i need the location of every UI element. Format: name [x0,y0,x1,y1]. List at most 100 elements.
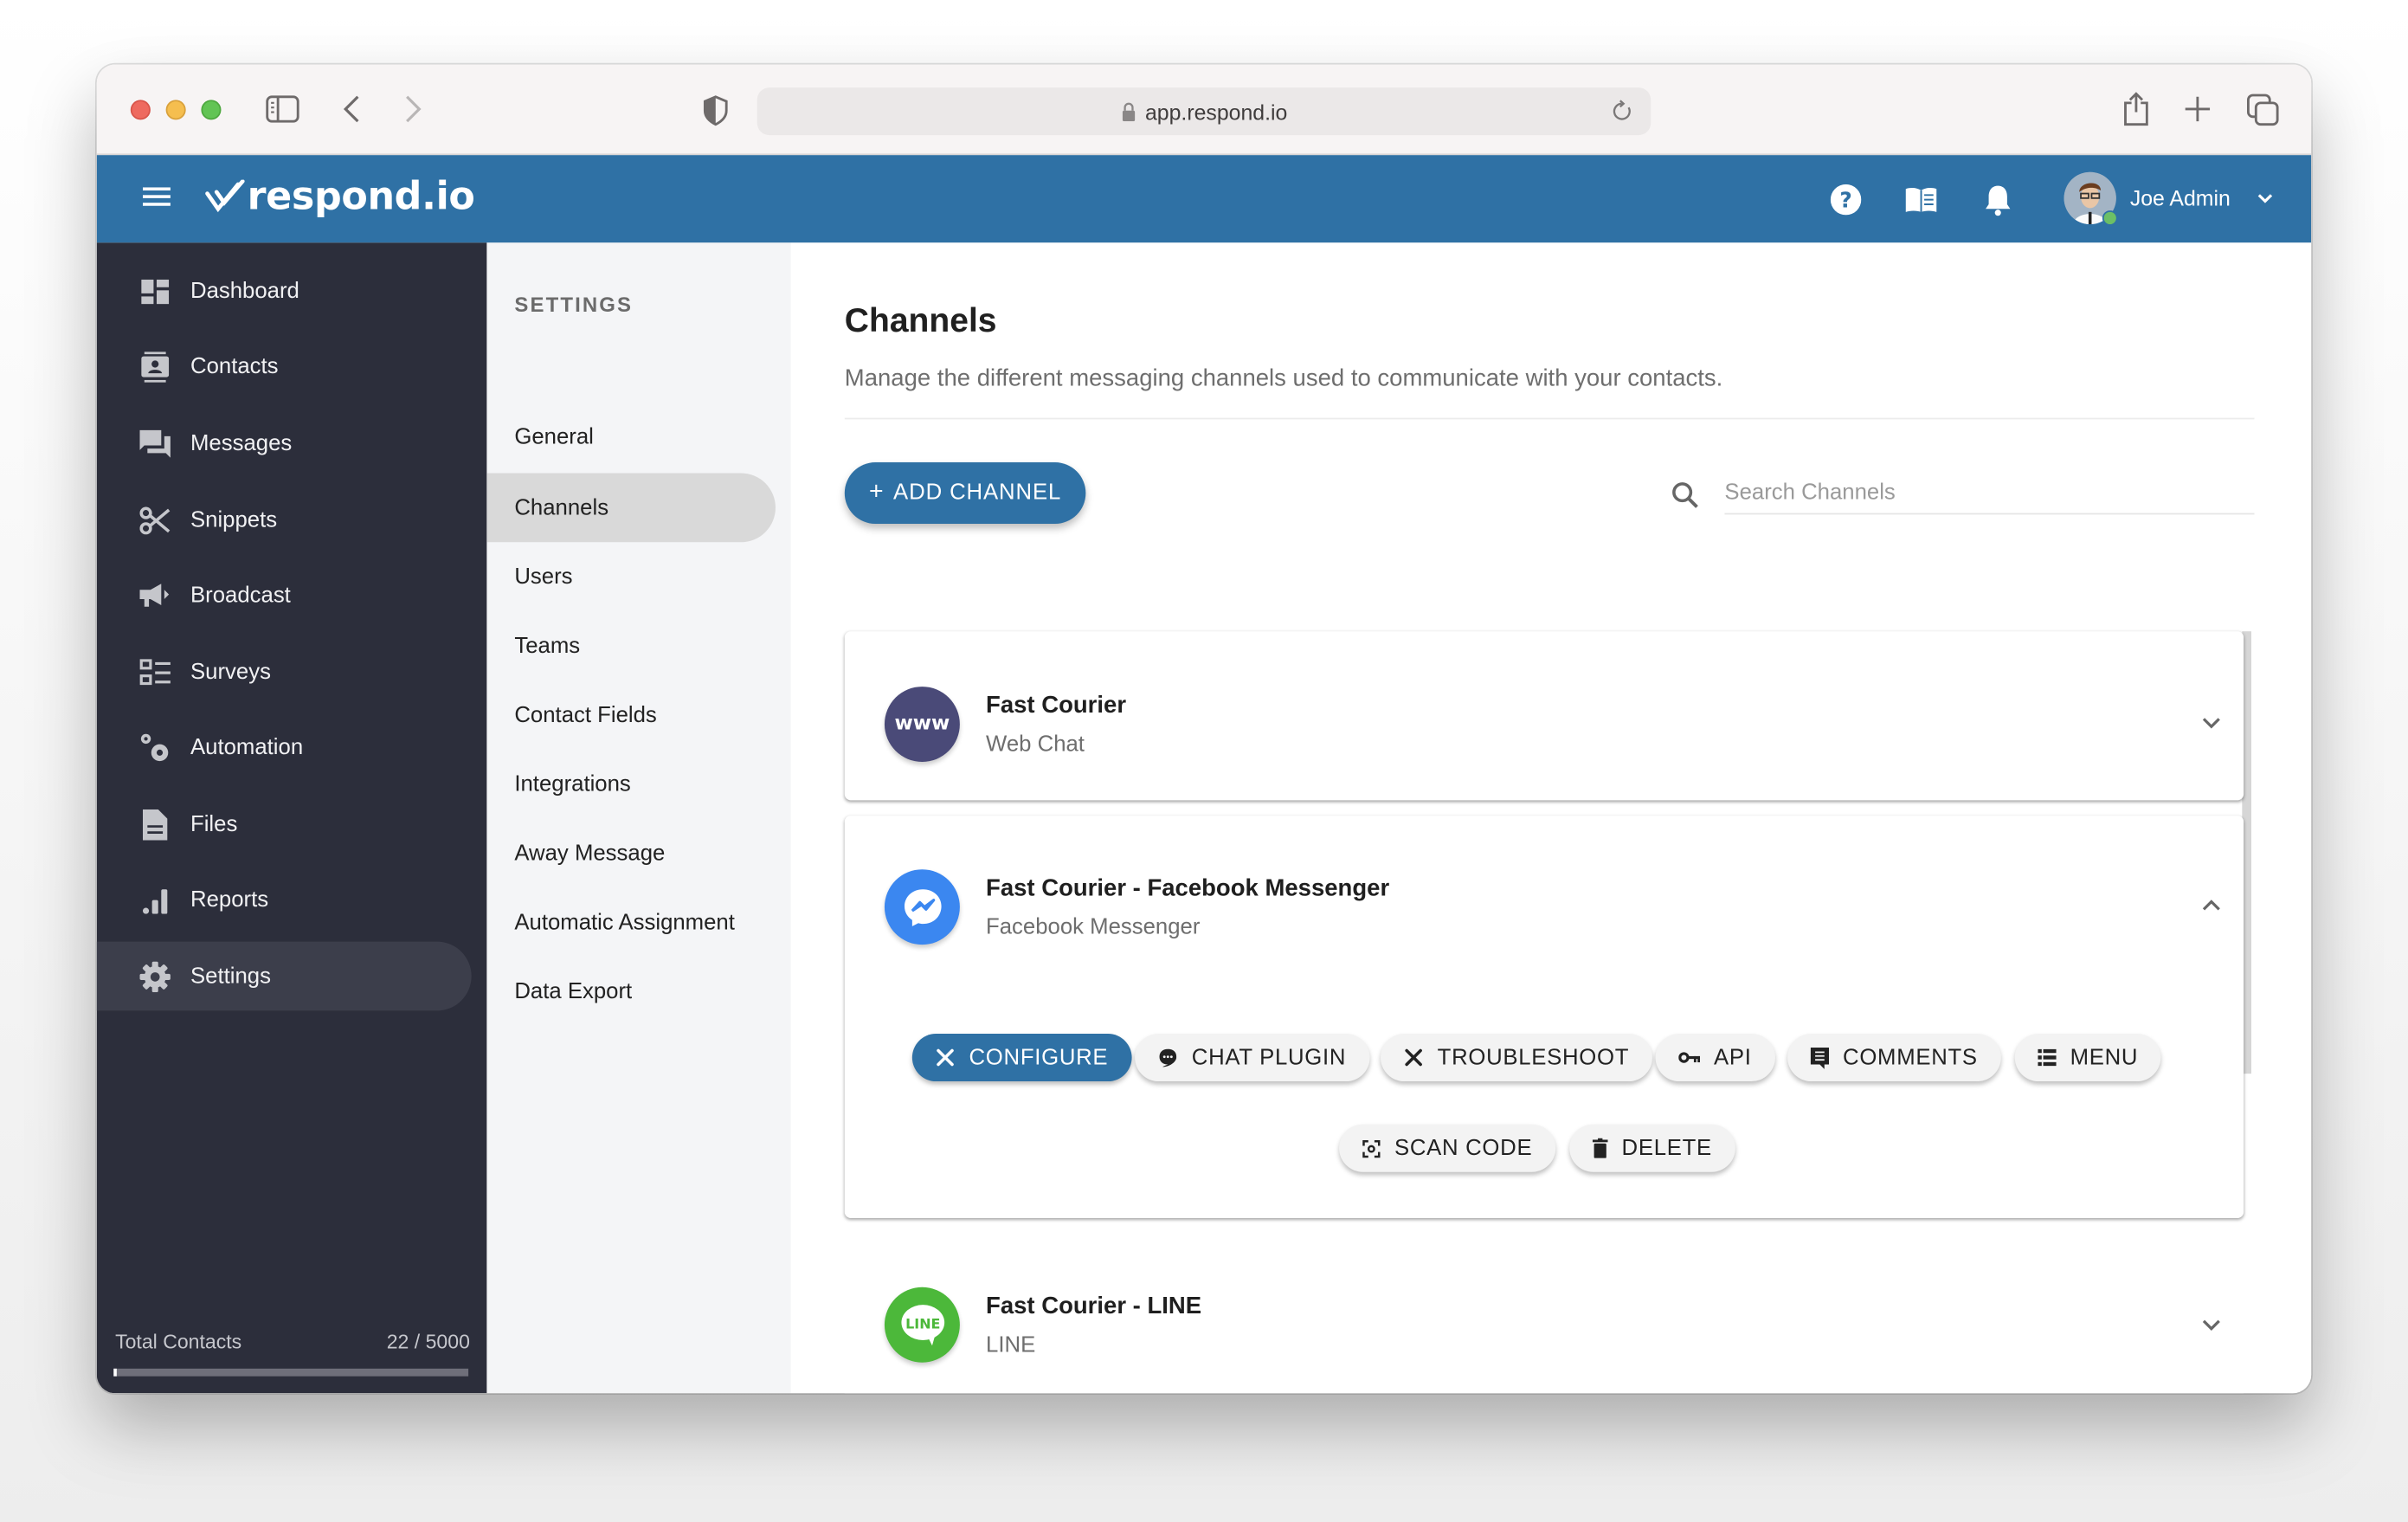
sidebar-item-broadcast[interactable]: Broadcast [97,561,472,630]
chevron-up-icon[interactable] [2200,894,2222,916]
scan-code-button[interactable]: SCAN CODE [1339,1124,1555,1172]
sidebar-item-surveys[interactable]: Surveys [97,637,472,706]
comment-icon [1810,1047,1830,1068]
app-logo[interactable]: respond.io [204,173,475,218]
settings-item-general[interactable]: General [486,403,776,472]
help-icon[interactable]: ? [1827,181,1864,218]
svg-text:?: ? [1839,188,1851,213]
address-bar[interactable]: app.respond.io [757,87,1651,136]
comments-button[interactable]: COMMENTS [1787,1034,2001,1082]
chat-bubble-icon [1158,1048,1178,1067]
bell-icon[interactable] [1980,181,2017,218]
gear-icon [139,961,171,993]
main-sidebar: Dashboard Contacts Messages Snippets Bro… [96,242,487,1394]
key-icon [1678,1051,1701,1065]
browser-window: app.respond.io respond.io ? Joe Admin Da… [96,64,2312,1394]
settings-item-integrations[interactable]: Integrations [486,750,776,819]
search-channels-input[interactable] [1724,471,2255,515]
channel-card-line[interactable]: LINE Fast Courier - LINE LINE [844,1233,2244,1394]
user-name[interactable]: Joe Admin [2130,186,2231,210]
search-icon [1671,480,1700,518]
sidebar-item-files[interactable]: Files [97,790,472,859]
online-status-dot [2102,210,2118,226]
contacts-usage-fill [113,1368,117,1377]
chevron-down-icon[interactable] [2256,187,2274,215]
web-chat-icon: www [884,687,960,763]
gears-icon [139,732,170,763]
api-button[interactable]: API [1655,1034,1775,1082]
chevron-down-icon[interactable] [2200,713,2222,734]
settings-item-teams[interactable]: Teams [486,611,776,680]
channel-type: Facebook Messenger [986,915,1201,940]
sidebar-item-automation[interactable]: Automation [97,713,472,782]
sidebar-item-reports[interactable]: Reports [97,865,472,934]
file-icon [139,809,170,841]
settings-item-contact-fields[interactable]: Contact Fields [486,680,776,750]
channel-type: LINE [986,1333,1036,1358]
tools-icon [1404,1048,1424,1067]
line-icon: LINE [884,1287,960,1363]
tools-icon [935,1048,955,1067]
sidebar-icon[interactable] [266,92,299,126]
search-channels [1671,471,2255,518]
channel-card-facebook-messenger[interactable]: Fast Courier - Facebook Messenger Facebo… [844,816,2244,1218]
tabs-overview-icon[interactable] [2245,92,2279,126]
chat-plugin-button[interactable]: CHAT PLUGIN [1135,1034,1369,1082]
book-icon[interactable] [1903,181,1940,218]
url-text: app.respond.io [1144,99,1288,124]
channel-name: Fast Courier - Facebook Messenger [986,875,1390,902]
page-title: Channels [844,300,997,340]
configure-button[interactable]: CONFIGURE [911,1034,1131,1082]
plus-icon: + [868,479,885,506]
sidebar-item-settings[interactable]: Settings [96,941,472,1011]
app-header: respond.io ? Joe Admin [96,155,2312,243]
messages-icon [139,429,171,459]
trash-icon [1592,1138,1608,1158]
contacts-icon [139,351,170,383]
channel-card-web-chat[interactable]: www Fast Courier Web Chat [844,631,2244,801]
plus-icon[interactable] [2182,94,2212,124]
total-contacts-value: 22 / 5000 [386,1330,470,1354]
scissors-icon [139,506,171,536]
total-contacts-label: Total Contacts [115,1330,242,1354]
add-channel-label: ADD CHANNEL [893,480,1062,506]
channel-type: Web Chat [986,732,1085,758]
shield-icon[interactable] [702,94,730,127]
reload-icon[interactable] [1611,100,1632,123]
logo-check-icon [205,178,245,212]
list-icon [2038,1048,2057,1067]
settings-item-data-export[interactable]: Data Export [486,957,776,1026]
sidebar-item-snippets[interactable]: Snippets [97,486,472,555]
lock-icon [1121,101,1136,122]
logo-text: respond.io [247,173,475,218]
close-window-button[interactable] [130,100,151,120]
settings-sidebar: SETTINGS General Channels Users Teams Co… [486,242,791,1394]
dashboard-icon [139,276,170,306]
add-channel-button[interactable]: + ADD CHANNEL [844,462,1086,525]
delete-button[interactable]: DELETE [1569,1124,1735,1172]
troubleshoot-button[interactable]: TROUBLESHOOT [1381,1034,1652,1082]
minimize-window-button[interactable] [165,100,186,120]
megaphone-icon [139,581,170,611]
menu-button[interactable]: MENU [2014,1034,2161,1082]
channel-name: Fast Courier [986,693,1127,719]
chevron-left-icon[interactable] [339,92,364,126]
channels-page: Channels Manage the different messaging … [790,242,2312,1394]
sidebar-item-messages[interactable]: Messages [97,409,472,478]
settings-item-automatic-assignment[interactable]: Automatic Assignment [486,887,776,957]
chevron-right-icon[interactable] [401,92,425,126]
hamburger-menu-icon[interactable] [143,184,171,212]
share-icon[interactable] [2121,89,2151,129]
scan-icon [1362,1139,1381,1158]
settings-heading: SETTINGS [514,293,634,317]
settings-item-channels[interactable]: Channels [486,473,776,543]
settings-item-away-message[interactable]: Away Message [486,819,776,888]
user-avatar[interactable] [2064,171,2118,226]
settings-item-users[interactable]: Users [486,542,776,611]
zoom-window-button[interactable] [201,100,222,120]
sidebar-item-contacts[interactable]: Contacts [97,332,472,401]
divider [844,417,2255,420]
sidebar-item-dashboard[interactable]: Dashboard [97,256,472,326]
svg-text:LINE: LINE [905,1315,939,1332]
chevron-down-icon[interactable] [2200,1315,2222,1337]
